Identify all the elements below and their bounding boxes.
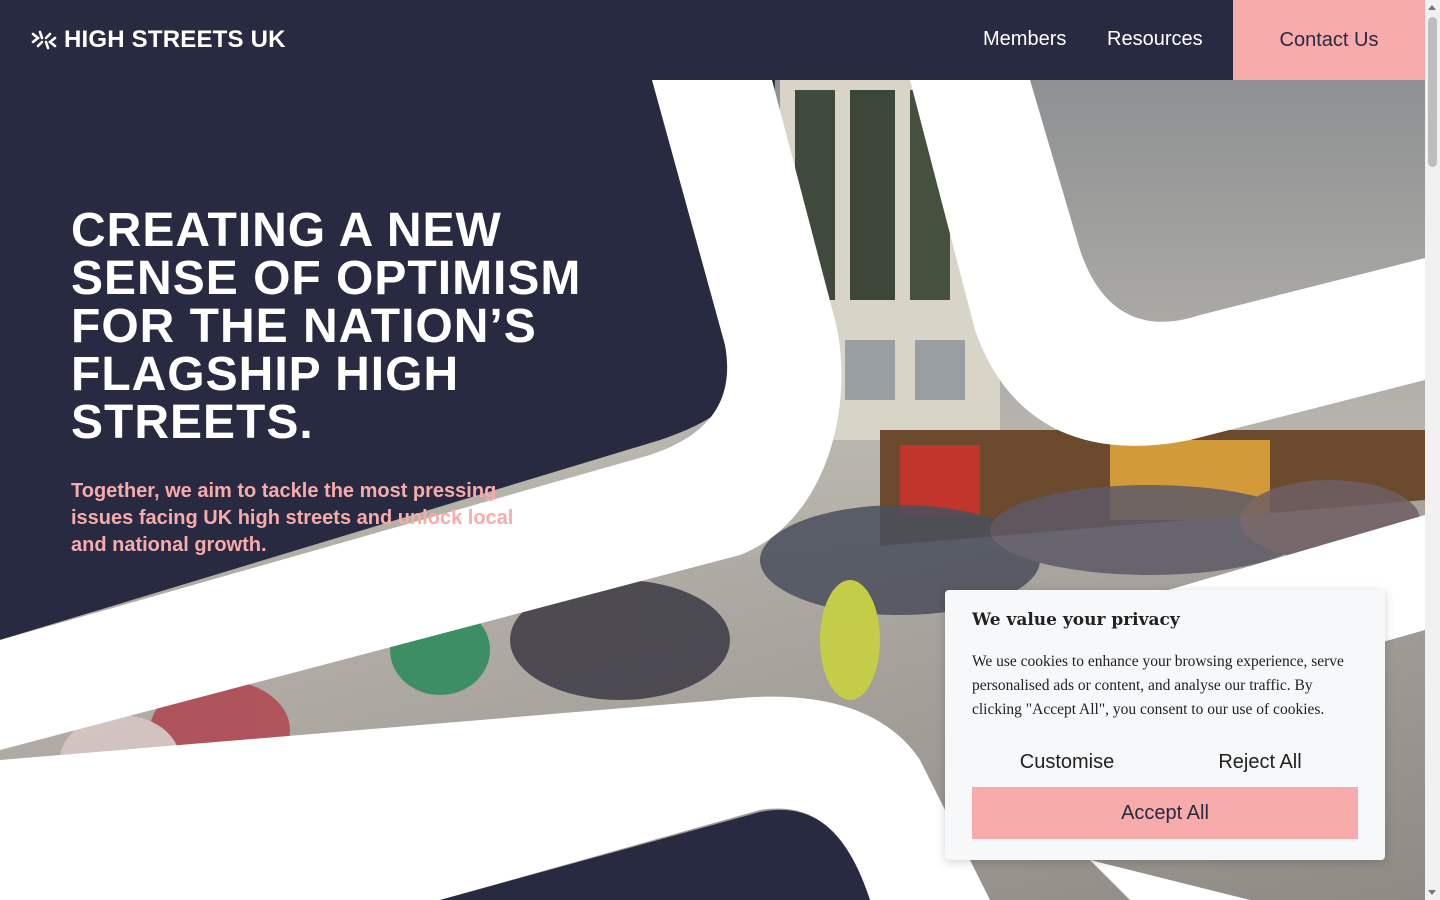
nav-members-link[interactable]: Members <box>983 28 1066 51</box>
logo-text: HIGH STREETS UK <box>64 26 286 53</box>
accept-all-button[interactable]: Accept All <box>972 787 1358 839</box>
scroll-thumb[interactable] <box>1428 17 1437 167</box>
hero-subtitle: Together, we aim to tackle the most pres… <box>71 480 514 556</box>
hero-title: CREATING A NEW SENSE OF OPTIMISM FOR THE… <box>71 204 582 449</box>
page-scrollbar[interactable] <box>1425 0 1440 900</box>
cookie-consent-banner: We value your privacy We use cookies to … <box>945 590 1385 860</box>
reject-all-button[interactable]: Reject All <box>1165 742 1355 782</box>
scroll-up-arrow-icon[interactable] <box>1428 5 1436 10</box>
cookie-banner-title: We value your privacy <box>972 610 1180 630</box>
cookie-banner-text: We use cookies to enhance your browsing … <box>972 653 1344 718</box>
customise-button[interactable]: Customise <box>972 742 1162 782</box>
contact-us-button[interactable]: Contact Us <box>1233 0 1425 80</box>
logo-icon <box>31 30 57 50</box>
scroll-down-arrow-icon[interactable] <box>1428 890 1436 895</box>
site-logo[interactable]: HIGH STREETS UK <box>30 26 286 54</box>
site-header: HIGH STREETS UK Members Resources Contac… <box>0 0 1425 80</box>
nav-resources-link[interactable]: Resources <box>1107 28 1203 51</box>
